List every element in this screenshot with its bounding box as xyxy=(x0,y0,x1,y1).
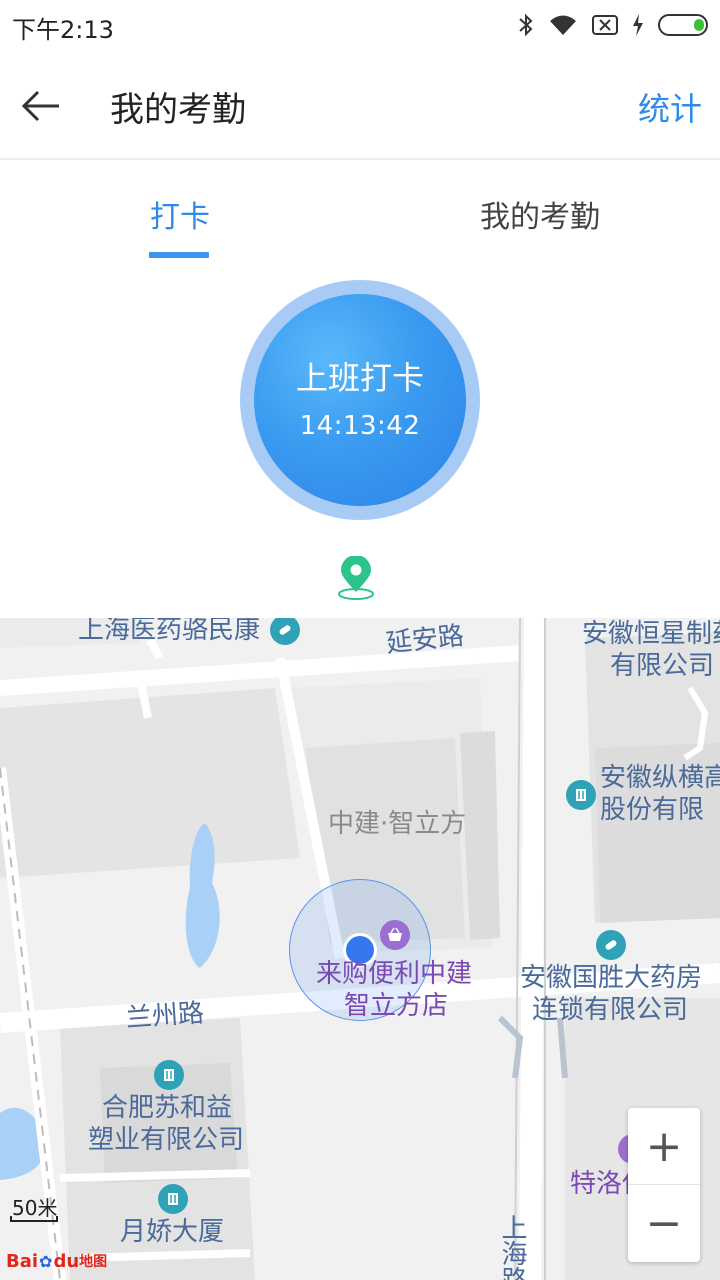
map-label-shanghai-road: 上海路 xyxy=(497,1214,527,1280)
bluetooth-icon xyxy=(518,12,534,38)
pharmacy-icon-guosheng[interactable] xyxy=(596,930,626,960)
map-scale-bar xyxy=(10,1216,58,1222)
charging-icon xyxy=(632,14,644,36)
map-label-store-2[interactable]: 智立方店 xyxy=(344,990,448,1022)
active-tab-indicator xyxy=(149,252,209,258)
statistics-button[interactable]: 统计 xyxy=(638,84,702,130)
map-label-yuejiao[interactable]: 月娇大厦 xyxy=(120,1216,224,1248)
baidu-logo-text: Bai xyxy=(6,1250,39,1272)
map-label-guosheng-2[interactable]: 连锁有限公司 xyxy=(532,994,688,1026)
baidu-logo-text-3: 地图 xyxy=(79,1254,108,1270)
status-bar: 下午2:13 xyxy=(0,0,720,50)
page-title: 我的考勤 xyxy=(110,90,246,130)
zoom-controls: + − xyxy=(628,1108,700,1262)
office-building-icon-suheyi[interactable] xyxy=(154,1060,184,1090)
clock-in-button[interactable]: 上班打卡 14:13:42 xyxy=(240,280,480,520)
baidu-map-logo: Bai ✿ du 地图 xyxy=(6,1246,107,1276)
map-label-hengxing-1[interactable]: 安徽恒星制药 xyxy=(582,618,720,650)
shopping-basket-icon[interactable] xyxy=(380,920,410,950)
app-header: 我的考勤 统计 xyxy=(0,50,720,160)
clock-in-button-face[interactable]: 上班打卡 14:13:42 xyxy=(254,294,466,506)
map-label-zhonglifang[interactable]: 中建·智立方 xyxy=(328,808,466,840)
map-label-pharmacy-top[interactable]: 上海医药骆民康 xyxy=(78,618,260,646)
zoom-in-button[interactable]: + xyxy=(628,1108,700,1185)
arrow-left-icon xyxy=(21,90,59,122)
map-label-store-1[interactable]: 来购便利中建 xyxy=(316,958,472,990)
map-label-zongheng-1[interactable]: 安徽纵横高 xyxy=(600,762,720,794)
back-button[interactable] xyxy=(18,83,64,129)
status-icons xyxy=(518,10,710,40)
sim-none-icon xyxy=(592,14,618,36)
map-label-guosheng-1[interactable]: 安徽国胜大药房 xyxy=(520,962,702,994)
map-label-hengxing-2[interactable]: 有限公司 xyxy=(610,650,714,682)
status-time: 下午2:13 xyxy=(12,16,114,44)
tab-bar: 打卡 我的考勤 xyxy=(0,162,720,260)
office-building-icon[interactable] xyxy=(566,780,596,810)
clock-in-time: 14:13:42 xyxy=(299,411,421,441)
zoom-out-button[interactable]: − xyxy=(628,1185,700,1262)
battery-icon xyxy=(658,13,710,37)
baidu-logo-text-2: du xyxy=(53,1250,80,1272)
clock-in-label: 上班打卡 xyxy=(295,359,424,397)
location-pin-icon[interactable] xyxy=(336,555,376,602)
office-building-icon-yuejiao[interactable] xyxy=(158,1184,188,1214)
map-label-zongheng-2[interactable]: 股份有限 xyxy=(600,794,704,826)
map-view[interactable]: 上海医药骆民康 延安路 安徽恒星制药 有限公司 安徽纵横高 股份有限 中建·智立… xyxy=(0,618,720,1280)
map-label-suheyi-2[interactable]: 塑业有限公司 xyxy=(88,1124,244,1156)
paw-icon: ✿ xyxy=(39,1251,53,1271)
wifi-icon xyxy=(548,13,578,37)
tab-my-attendance[interactable]: 我的考勤 xyxy=(480,192,600,236)
map-label-suheyi-1[interactable]: 合肥苏和益 xyxy=(102,1092,232,1124)
map-label-lanzhou-road: 兰州路 xyxy=(125,998,205,1034)
tab-clock-in[interactable]: 打卡 xyxy=(150,192,210,236)
